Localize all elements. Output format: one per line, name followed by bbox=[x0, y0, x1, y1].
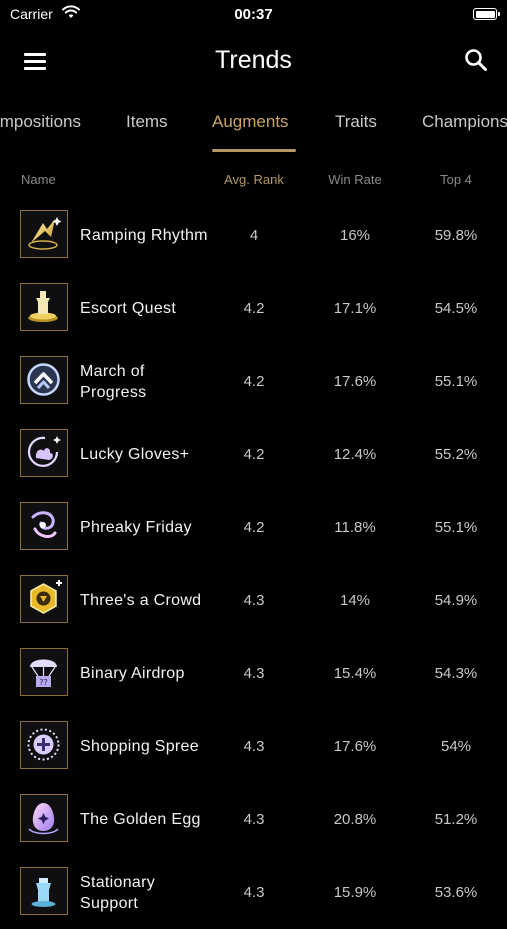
clock: 00:37 bbox=[234, 6, 273, 23]
avg-rank-value: 4.2 bbox=[243, 373, 265, 390]
column-header-top4[interactable]: Top 4 bbox=[414, 172, 498, 187]
ramping-rhythm-icon bbox=[20, 210, 68, 258]
augment-name: Escort Quest bbox=[80, 300, 177, 317]
tab-augments[interactable]: Augments bbox=[212, 112, 289, 132]
top4-value: 55.2% bbox=[434, 446, 478, 463]
shopping-spree-icon bbox=[20, 721, 68, 769]
win-rate-value: 14% bbox=[339, 592, 371, 609]
tab-bar: Compositions Items Augments Traits Champ… bbox=[0, 108, 507, 154]
escort-quest-icon bbox=[20, 283, 68, 331]
augment-name: Binary Airdrop bbox=[80, 665, 185, 682]
tab-items[interactable]: Items bbox=[126, 112, 168, 132]
win-rate-value: 20.8% bbox=[333, 811, 377, 828]
avg-rank-value: 4.2 bbox=[243, 446, 265, 463]
augment-name: Lucky Gloves+ bbox=[80, 446, 190, 463]
column-header-avg-rank[interactable]: Avg. Rank bbox=[214, 172, 294, 187]
column-header-win-rate[interactable]: Win Rate bbox=[314, 172, 396, 187]
win-rate-value: 15.9% bbox=[333, 884, 377, 901]
list-item[interactable]: Three's a Crowd 4.3 14% 54.9% bbox=[0, 564, 507, 637]
top4-value: 54.5% bbox=[434, 300, 478, 317]
augment-name: The Golden Egg bbox=[80, 811, 201, 828]
list-item[interactable]: March of Progress 4.2 17.6% 55.1% bbox=[0, 345, 507, 418]
march-of-progress-icon bbox=[20, 356, 68, 404]
avg-rank-value: 4.2 bbox=[243, 300, 265, 317]
list-item[interactable]: Lucky Gloves+ 4.2 12.4% 55.2% bbox=[0, 418, 507, 491]
stationary-support-icon bbox=[20, 867, 68, 915]
win-rate-value: 12.4% bbox=[333, 446, 377, 463]
win-rate-value: 17.6% bbox=[333, 373, 377, 390]
avg-rank-value: 4.3 bbox=[243, 884, 265, 901]
tab-traits[interactable]: Traits bbox=[335, 112, 377, 132]
list-item[interactable]: Escort Quest 4.2 17.1% 54.5% bbox=[0, 272, 507, 345]
augment-name: Ramping Rhythm bbox=[80, 227, 208, 244]
battery-icon bbox=[473, 8, 500, 20]
phreaky-friday-icon bbox=[20, 502, 68, 550]
nav-bar: Trends bbox=[0, 36, 507, 86]
avg-rank-value: 4.3 bbox=[243, 665, 265, 682]
list-item[interactable]: Ramping Rhythm 4 16% 59.8% bbox=[0, 199, 507, 272]
top4-value: 54.9% bbox=[434, 592, 478, 609]
augment-name: March of Progress bbox=[80, 362, 147, 401]
top4-value: 54.3% bbox=[434, 665, 478, 682]
top4-value: 55.1% bbox=[434, 519, 478, 536]
list-item[interactable]: The Golden Egg 4.3 20.8% 51.2% bbox=[0, 783, 507, 856]
column-header-row: Name Avg. Rank Win Rate Top 4 bbox=[0, 172, 507, 192]
page-title: Trends bbox=[215, 46, 292, 74]
augment-name: Three's a Crowd bbox=[80, 592, 202, 609]
tab-champions[interactable]: Champions bbox=[422, 112, 507, 132]
search-icon[interactable] bbox=[463, 47, 489, 73]
top4-value: 55.1% bbox=[434, 373, 478, 390]
avg-rank-value: 4.3 bbox=[243, 592, 265, 609]
list-item[interactable]: ?? Binary Airdrop 4.3 15.4% 54.3% bbox=[0, 637, 507, 710]
binary-airdrop-icon: ?? bbox=[20, 648, 68, 696]
top4-value: 54% bbox=[440, 738, 472, 755]
augment-name: Shopping Spree bbox=[80, 738, 199, 755]
lucky-gloves-icon bbox=[20, 429, 68, 477]
avg-rank-value: 4.3 bbox=[243, 811, 265, 828]
top4-value: 59.8% bbox=[434, 227, 478, 244]
top4-value: 51.2% bbox=[434, 811, 478, 828]
top4-value: 53.6% bbox=[434, 884, 478, 901]
svg-text:??: ?? bbox=[39, 678, 48, 687]
avg-rank-value: 4.2 bbox=[243, 519, 265, 536]
column-header-name[interactable]: Name bbox=[21, 172, 56, 187]
avg-rank-value: 4.3 bbox=[243, 738, 265, 755]
win-rate-value: 17.6% bbox=[333, 738, 377, 755]
augment-name: Phreaky Friday bbox=[80, 519, 192, 536]
win-rate-value: 15.4% bbox=[333, 665, 377, 682]
threes-a-crowd-icon bbox=[20, 575, 68, 623]
win-rate-value: 11.8% bbox=[334, 519, 376, 536]
win-rate-value: 16% bbox=[339, 227, 371, 244]
list-item[interactable]: Phreaky Friday 4.2 11.8% 55.1% bbox=[0, 491, 507, 564]
win-rate-value: 17.1% bbox=[333, 300, 377, 317]
list-item[interactable]: Stationary Support 4.3 15.9% 53.6% bbox=[0, 856, 507, 929]
augment-name: Stationary Support bbox=[80, 873, 156, 912]
tab-compositions[interactable]: Compositions bbox=[0, 112, 81, 132]
avg-rank-value: 4 bbox=[249, 227, 259, 244]
golden-egg-icon bbox=[20, 794, 68, 842]
list-item[interactable]: Shopping Spree 4.3 17.6% 54% bbox=[0, 710, 507, 783]
active-tab-indicator bbox=[212, 149, 296, 152]
status-bar: Carrier 00:37 bbox=[0, 0, 507, 28]
